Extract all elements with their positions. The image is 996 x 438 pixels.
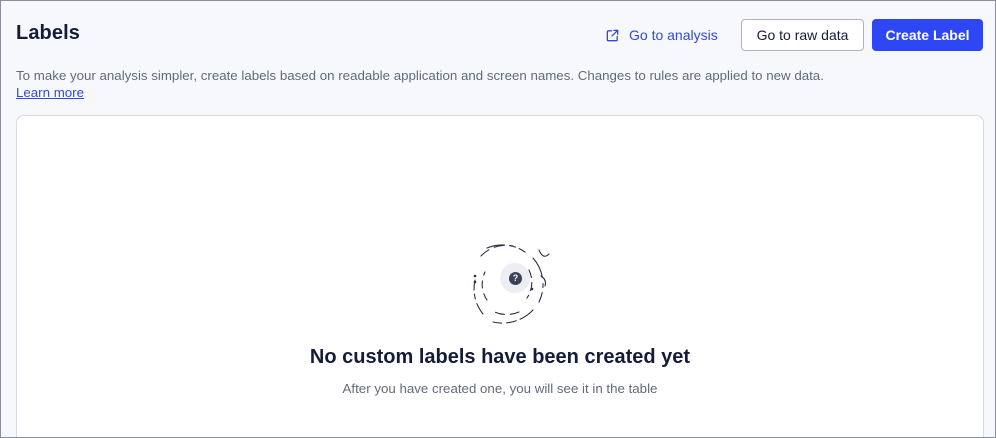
go-to-analysis-link[interactable]: Go to analysis	[605, 25, 718, 45]
empty-state-illustration: ?	[453, 236, 553, 328]
description-text: To make your analysis simpler, create la…	[16, 68, 824, 83]
labels-table-panel: ? No custom labels have been created yet…	[16, 115, 984, 437]
learn-more-link[interactable]: Learn more	[16, 84, 84, 101]
page-title: Labels	[16, 22, 80, 44]
question-mark-icon: ?	[509, 272, 522, 285]
empty-state-subtitle: After you have created one, you will see…	[342, 381, 658, 396]
go-to-raw-data-button[interactable]: Go to raw data	[741, 19, 864, 51]
external-link-icon	[605, 28, 620, 43]
go-to-analysis-label: Go to analysis	[629, 27, 718, 43]
labels-page: Labels Go to analysis Go to raw data Cre…	[0, 0, 996, 438]
page-header: Labels Go to analysis Go to raw data Cre…	[1, 1, 995, 69]
page-description: To make your analysis simpler, create la…	[16, 67, 976, 101]
create-label-button[interactable]: Create Label	[872, 19, 983, 51]
empty-state-title: No custom labels have been created yet	[309, 346, 691, 368]
